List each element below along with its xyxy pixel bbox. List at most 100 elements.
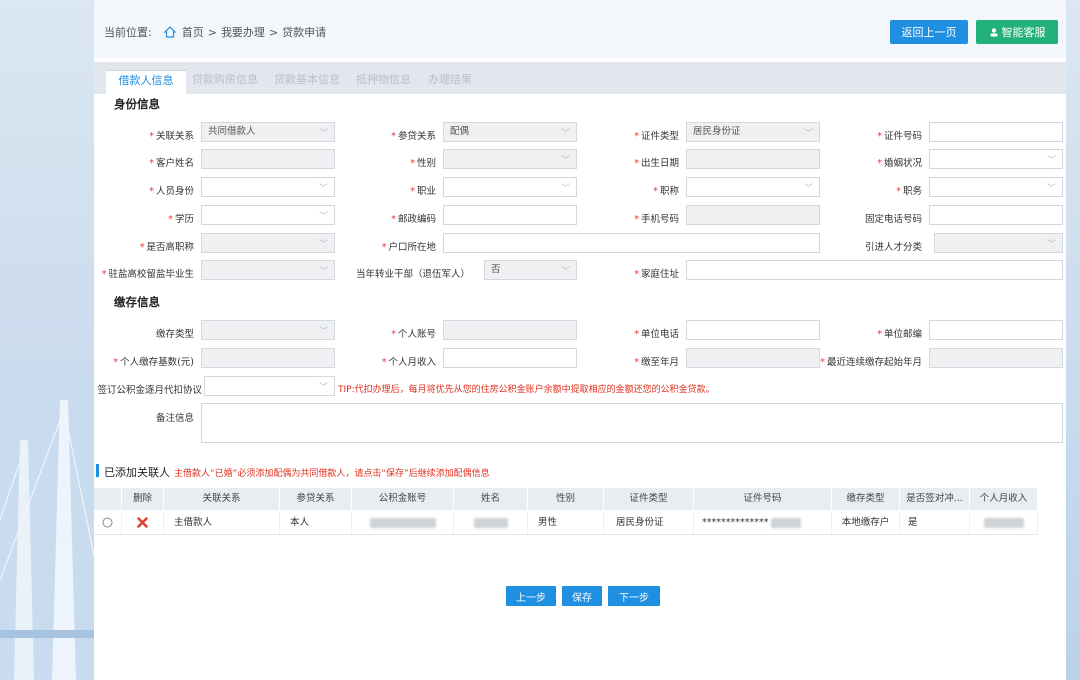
- table-header-cell: 参贷关系: [280, 488, 352, 510]
- deposit-type-select[interactable]: ﹀: [201, 320, 335, 340]
- delete-cell[interactable]: [122, 512, 164, 534]
- loan-relation-label: * 参贷关系: [391, 131, 436, 142]
- previous-step-button[interactable]: 上一步: [506, 586, 556, 606]
- veteran-cadre-select[interactable]: 否 ﹀: [484, 260, 577, 280]
- unit-zip-input[interactable]: [929, 320, 1063, 340]
- tab-result[interactable]: 办理结果: [428, 70, 472, 94]
- redacted-value: [770, 517, 801, 528]
- id-number-input[interactable]: [929, 122, 1063, 142]
- back-button[interactable]: 返回上一页: [890, 20, 968, 44]
- local-graduate-label: * 驻盐高校留盐毕业生: [101, 269, 194, 280]
- customer-name-input[interactable]: [201, 149, 335, 169]
- continuous-start-input[interactable]: [929, 348, 1063, 368]
- mobile-input[interactable]: [686, 205, 820, 225]
- service-button-label: 智能客服: [1001, 26, 1046, 39]
- row-signed: 是: [900, 512, 970, 534]
- table-header-select: [94, 488, 122, 510]
- landline-input[interactable]: [929, 205, 1063, 225]
- breadcrumb-home[interactable]: 首页: [182, 24, 204, 40]
- relation-label: * 关联关系: [149, 131, 194, 142]
- row-monthly-income: [970, 512, 1038, 534]
- top-bar: 当前位置: 首页 > 我要办理 > 贷款申请 返回上一页 智能客服: [94, 0, 1066, 58]
- table-header-cell: 证件号码: [694, 488, 832, 510]
- next-step-button[interactable]: 下一步: [608, 586, 660, 606]
- monthly-income-input[interactable]: [443, 348, 577, 368]
- agreement-select[interactable]: ﹀: [204, 376, 335, 396]
- smart-service-button[interactable]: 智能客服: [976, 20, 1058, 44]
- birth-date-input[interactable]: [686, 149, 820, 169]
- related-persons-note: 主借款人“已婚”必须添加配偶为共同借款人，请点击“保存”后继续添加配偶信息: [174, 469, 490, 479]
- hukou-input[interactable]: [443, 233, 820, 253]
- senior-title-label: * 是否高职称: [139, 242, 194, 253]
- unit-phone-input[interactable]: [686, 320, 820, 340]
- breadcrumb-level2[interactable]: 我要办理: [221, 24, 265, 40]
- tab-collateral-info[interactable]: 抵押物信息: [356, 70, 411, 94]
- senior-title-select[interactable]: ﹀: [201, 233, 335, 253]
- breadcrumb-separator: >: [268, 25, 279, 39]
- delete-icon[interactable]: [137, 517, 148, 528]
- loan-relation-select[interactable]: 配偶 ﹀: [443, 122, 577, 142]
- chevron-down-icon: ﹀: [560, 156, 570, 166]
- gender-select[interactable]: ﹀: [443, 149, 577, 169]
- deposit-base-input[interactable]: [201, 348, 335, 368]
- id-type-select[interactable]: 居民身份证 ﹀: [686, 122, 820, 142]
- professional-title-select[interactable]: ﹀: [686, 177, 820, 197]
- tab-loan-basic-info[interactable]: 贷款基本信息: [274, 70, 340, 94]
- row-radio[interactable]: [94, 512, 122, 534]
- breadcrumb: 当前位置: 首页 > 我要办理 > 贷款申请: [104, 24, 326, 40]
- row-fund-account: [352, 512, 454, 534]
- talent-category-select[interactable]: ﹀: [934, 233, 1063, 253]
- continuous-start-label: * 最近连续缴存起始年月: [820, 357, 922, 368]
- remark-textarea[interactable]: [201, 403, 1063, 443]
- personal-account-input[interactable]: [443, 320, 577, 340]
- marital-status-select[interactable]: ﹀: [929, 149, 1063, 169]
- chevron-down-icon: ﹀: [318, 327, 328, 337]
- chevron-down-icon: ﹀: [318, 212, 328, 222]
- relation-select[interactable]: 共同借款人 ﹀: [201, 122, 335, 142]
- table-header-cell: 性别: [528, 488, 604, 510]
- masked-id-number: **************: [702, 517, 769, 528]
- zip-code-label: * 邮政编码: [391, 214, 436, 225]
- talent-category-label: 引进人才分类: [864, 242, 922, 253]
- breadcrumb-level3: 贷款申请: [282, 26, 327, 39]
- chevron-down-icon: ﹀: [1046, 240, 1056, 250]
- table-row[interactable]: 主借款人 本人 男性 居民身份证 ************** 本地缴存户 是: [94, 511, 1038, 535]
- home-address-label: * 家庭住址: [634, 269, 679, 280]
- education-select[interactable]: ﹀: [201, 205, 335, 225]
- local-graduate-select[interactable]: ﹀: [201, 260, 335, 280]
- personal-account-label: * 个人账号: [391, 329, 436, 340]
- row-id-type: 居民身份证: [604, 512, 694, 534]
- chevron-down-icon: ﹀: [318, 129, 328, 139]
- person-identity-select[interactable]: ﹀: [201, 177, 335, 197]
- zip-code-input[interactable]: [443, 205, 577, 225]
- identity-section-title: 身份信息: [114, 97, 160, 111]
- save-button[interactable]: 保存: [562, 586, 602, 606]
- table-header-cell: 关联关系: [164, 488, 280, 510]
- monthly-income-label: * 个人月收入: [381, 357, 436, 368]
- id-number-label: * 证件号码: [877, 131, 922, 142]
- radio-icon[interactable]: [102, 517, 113, 528]
- chevron-down-icon: ﹀: [803, 129, 813, 139]
- row-relation: 主借款人: [164, 512, 280, 534]
- chevron-down-icon: ﹀: [560, 267, 570, 277]
- tab-purchase-info[interactable]: 贷款购房信息: [192, 70, 258, 94]
- home-address-input[interactable]: [686, 260, 1063, 280]
- bridge-background-decoration: [0, 380, 95, 680]
- breadcrumb-separator: >: [207, 25, 217, 39]
- row-id-number: **************: [694, 512, 832, 534]
- professional-title-label: * 职称: [653, 186, 679, 197]
- deposit-section-title: 缴存信息: [114, 295, 160, 309]
- redacted-value: [983, 517, 1024, 528]
- breadcrumb-prefix: 当前位置:: [104, 26, 152, 39]
- table-header: 删除 关联关系 参贷关系 公积金账号 姓名 性别 证件类型 证件号码 缴存类型 …: [94, 488, 1038, 510]
- tab-borrower-info[interactable]: 借款人信息: [106, 70, 186, 94]
- position-select[interactable]: ﹀: [929, 177, 1063, 197]
- paid-until-input[interactable]: [686, 348, 820, 368]
- related-persons-title: 已添加关联人: [104, 466, 170, 479]
- unit-phone-label: * 单位电话: [634, 329, 679, 340]
- row-deposit-type: 本地缴存户: [832, 512, 900, 534]
- row-gender: 男性: [528, 512, 604, 534]
- chevron-down-icon: ﹀: [318, 240, 328, 250]
- occupation-select[interactable]: ﹀: [443, 177, 577, 197]
- withholding-tip: TIP:代扣办理后，每月将优先从您的住房公积金账户余额中提取相应的金额还您的公积…: [338, 385, 715, 395]
